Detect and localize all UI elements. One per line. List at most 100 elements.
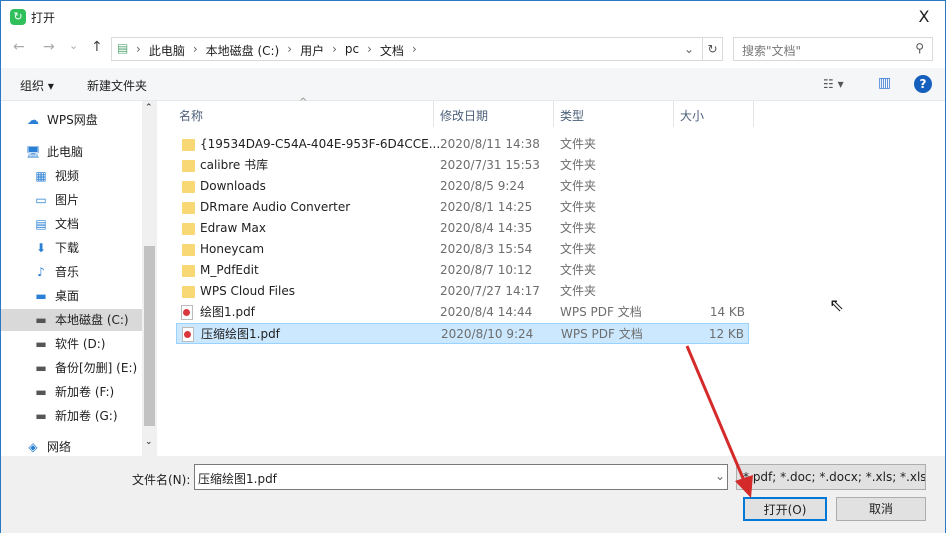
sidebar-item[interactable]: 🖥 此电脑 [1,141,142,163]
chevron-down-icon[interactable]: ⌄ [715,469,725,483]
sidebar-item[interactable]: ▬ 桌面 [1,285,142,307]
file-date: 2020/8/4 14:44 [440,305,533,319]
forward-button[interactable]: → [43,39,55,55]
file-type: WPS PDF 文档 [561,327,643,341]
navigation-pane: ☁ WPS网盘 🖥 此电脑 ▦ 视频 ▭ 图片 ▤ 文档 ⬇ 下载 ♪ 音乐 ▬ 桌面 ▬ 本地磁盘 (C:) ▬ 软… [1,101,156,456]
sidebar-item[interactable]: ▭ 图片 [1,189,142,211]
file-row[interactable]: Edraw Max 2020/8/4 14:35 文件夹 [176,218,749,239]
preview-pane-button[interactable]: ▥ [878,75,891,91]
breadcrumb-item[interactable]: 本地磁盘 (C:) [206,42,280,59]
refresh-button[interactable]: ↻ [702,38,722,60]
filename-value: 压缩绘图1.pdf [198,472,277,486]
breadcrumb-separator[interactable]: › [367,42,372,59]
breadcrumb-separator[interactable]: › [193,42,198,59]
breadcrumb-separator[interactable]: › [287,42,292,59]
file-row[interactable]: Downloads 2020/8/5 9:24 文件夹 [176,176,749,197]
cloud-icon: ☁ [27,113,39,127]
breadcrumb-item[interactable]: 文档 [380,42,404,59]
sidebar-item[interactable]: ▬ 新加卷 (F:) [1,381,142,403]
breadcrumb-separator[interactable]: › [332,42,337,59]
help-button[interactable]: ? [914,75,932,93]
folder-icon [182,181,195,193]
file-name: Honeycam [200,242,265,256]
sidebar-item[interactable]: ▬ 备份[勿删] (E:) [1,357,142,379]
sidebar-item[interactable]: ▬ 本地磁盘 (C:) [1,309,142,331]
sidebar-item-label: 软件 (D:) [55,337,106,351]
folder-icon [182,223,195,235]
scroll-up-icon[interactable]: ⌃ [145,103,153,113]
sidebar-item[interactable]: ▤ 文档 [1,213,142,235]
back-button[interactable]: ← [13,39,25,55]
search-input[interactable]: 搜索"文档" ⚲ [733,37,933,61]
sidebar-item[interactable]: ◈ 网络 [1,436,142,458]
file-date: 2020/8/10 9:24 [441,327,534,341]
breadcrumb-item[interactable]: pc [345,42,359,59]
column-header-size[interactable]: 大小 [680,107,704,124]
view-options-button[interactable]: ☷ ▾ [823,77,844,91]
breadcrumb-separator[interactable]: › [136,42,141,59]
folder-icon [182,139,195,151]
file-row[interactable]: Honeycam 2020/8/3 15:54 文件夹 [176,239,749,260]
sidebar-item-label: 图片 [55,193,80,207]
file-date: 2020/7/31 15:53 [440,158,540,172]
file-row[interactable]: {19534DA9-C54A-404E-953F-6D4CCE... 2020/8… [176,134,749,155]
sidebar-item[interactable]: ▬ 新加卷 (G:) [1,405,142,427]
address-bar[interactable]: ▤ › 此电脑 › 本地磁盘 (C:) › 用户 › pc › 文档 › ⌄ ↻ [111,37,723,61]
open-button[interactable]: 打开(O) [743,497,827,521]
file-row[interactable]: calibre 书库 2020/7/31 15:53 文件夹 [176,155,749,176]
file-row[interactable]: 压缩绘图1.pdf 2020/8/10 9:24 WPS PDF 文档 12 KB [176,323,749,344]
up-button[interactable]: ↑ [91,39,103,55]
sidebar-scroll-thumb[interactable] [144,246,155,426]
sidebar-item-label: 文档 [55,217,80,231]
filename-label: 文件名(N): [132,473,191,487]
drive-icon: ▬ [35,385,47,399]
sidebar-item[interactable]: ▦ 视频 [1,165,142,187]
title-bar: ↻ 打开 X [1,1,945,33]
file-row[interactable]: DRmare Audio Converter 2020/8/1 14:25 文件夹 [176,197,749,218]
sidebar-item[interactable]: ⬇ 下载 [1,237,142,259]
drive-icon: ▬ [35,409,47,423]
music-icon: ♪ [37,265,45,279]
drive-icon: ▬ [35,313,47,327]
app-icon: ↻ [10,9,26,25]
pdf-file-icon [182,327,194,342]
sidebar-item[interactable]: ♪ 音乐 [1,261,142,283]
sidebar-item[interactable]: ☁ WPS网盘 [1,109,142,131]
column-header-name[interactable]: 名称 [179,107,203,124]
file-name: 压缩绘图1.pdf [201,327,280,341]
sidebar-item[interactable]: ▬ 软件 (D:) [1,333,142,355]
new-folder-button[interactable]: 新建文件夹 [87,77,147,94]
file-size: 14 KB [709,305,745,319]
folder-icon [182,265,195,277]
recent-locations-button[interactable]: ⌄ [69,39,78,52]
breadcrumb-item[interactable]: 此电脑 [149,42,185,59]
filename-input[interactable]: 压缩绘图1.pdf [194,464,728,490]
file-row[interactable]: 绘图1.pdf 2020/8/4 14:44 WPS PDF 文档 14 KB [176,302,749,323]
cancel-button[interactable]: 取消 [836,497,926,521]
file-type: 文件夹 [560,158,597,172]
organize-button[interactable]: 组织 ▾ [20,77,54,94]
scroll-down-icon[interactable]: ⌄ [145,437,153,447]
file-row[interactable]: M_PdfEdit 2020/8/7 10:12 文件夹 [176,260,749,281]
file-row[interactable]: WPS Cloud Files 2020/7/27 14:17 文件夹 [176,281,749,302]
file-date: 2020/8/3 15:54 [440,242,533,256]
file-type-filter[interactable]: *.pdf; *.doc; *.docx; *.xls; *.xls [736,464,926,490]
breadcrumb-separator[interactable]: › [412,42,417,59]
sidebar-item-label: 音乐 [55,265,80,279]
breadcrumb: › 此电脑 › 本地磁盘 (C:) › 用户 › pc › 文档 › [136,42,417,59]
breadcrumb-item[interactable]: 用户 [300,42,324,59]
computer-icon: 🖥 [25,145,41,159]
column-header-date[interactable]: 修改日期 [440,107,488,124]
file-name: 绘图1.pdf [200,305,255,319]
file-type: 文件夹 [560,200,597,214]
pdf-file-icon [181,305,193,320]
desktop-icon: ▬ [35,289,47,303]
sidebar-item-label: 下载 [55,241,80,255]
column-header-type[interactable]: 类型 [560,107,584,124]
close-button[interactable]: X [909,5,939,29]
file-type: 文件夹 [560,137,597,151]
filter-value: *.pdf; *.doc; *.docx; *.xls; *.xls [743,470,926,484]
file-name: M_PdfEdit [200,263,259,277]
chevron-down-icon[interactable]: ⌄ [684,42,694,56]
network-icon: ◈ [28,440,38,454]
